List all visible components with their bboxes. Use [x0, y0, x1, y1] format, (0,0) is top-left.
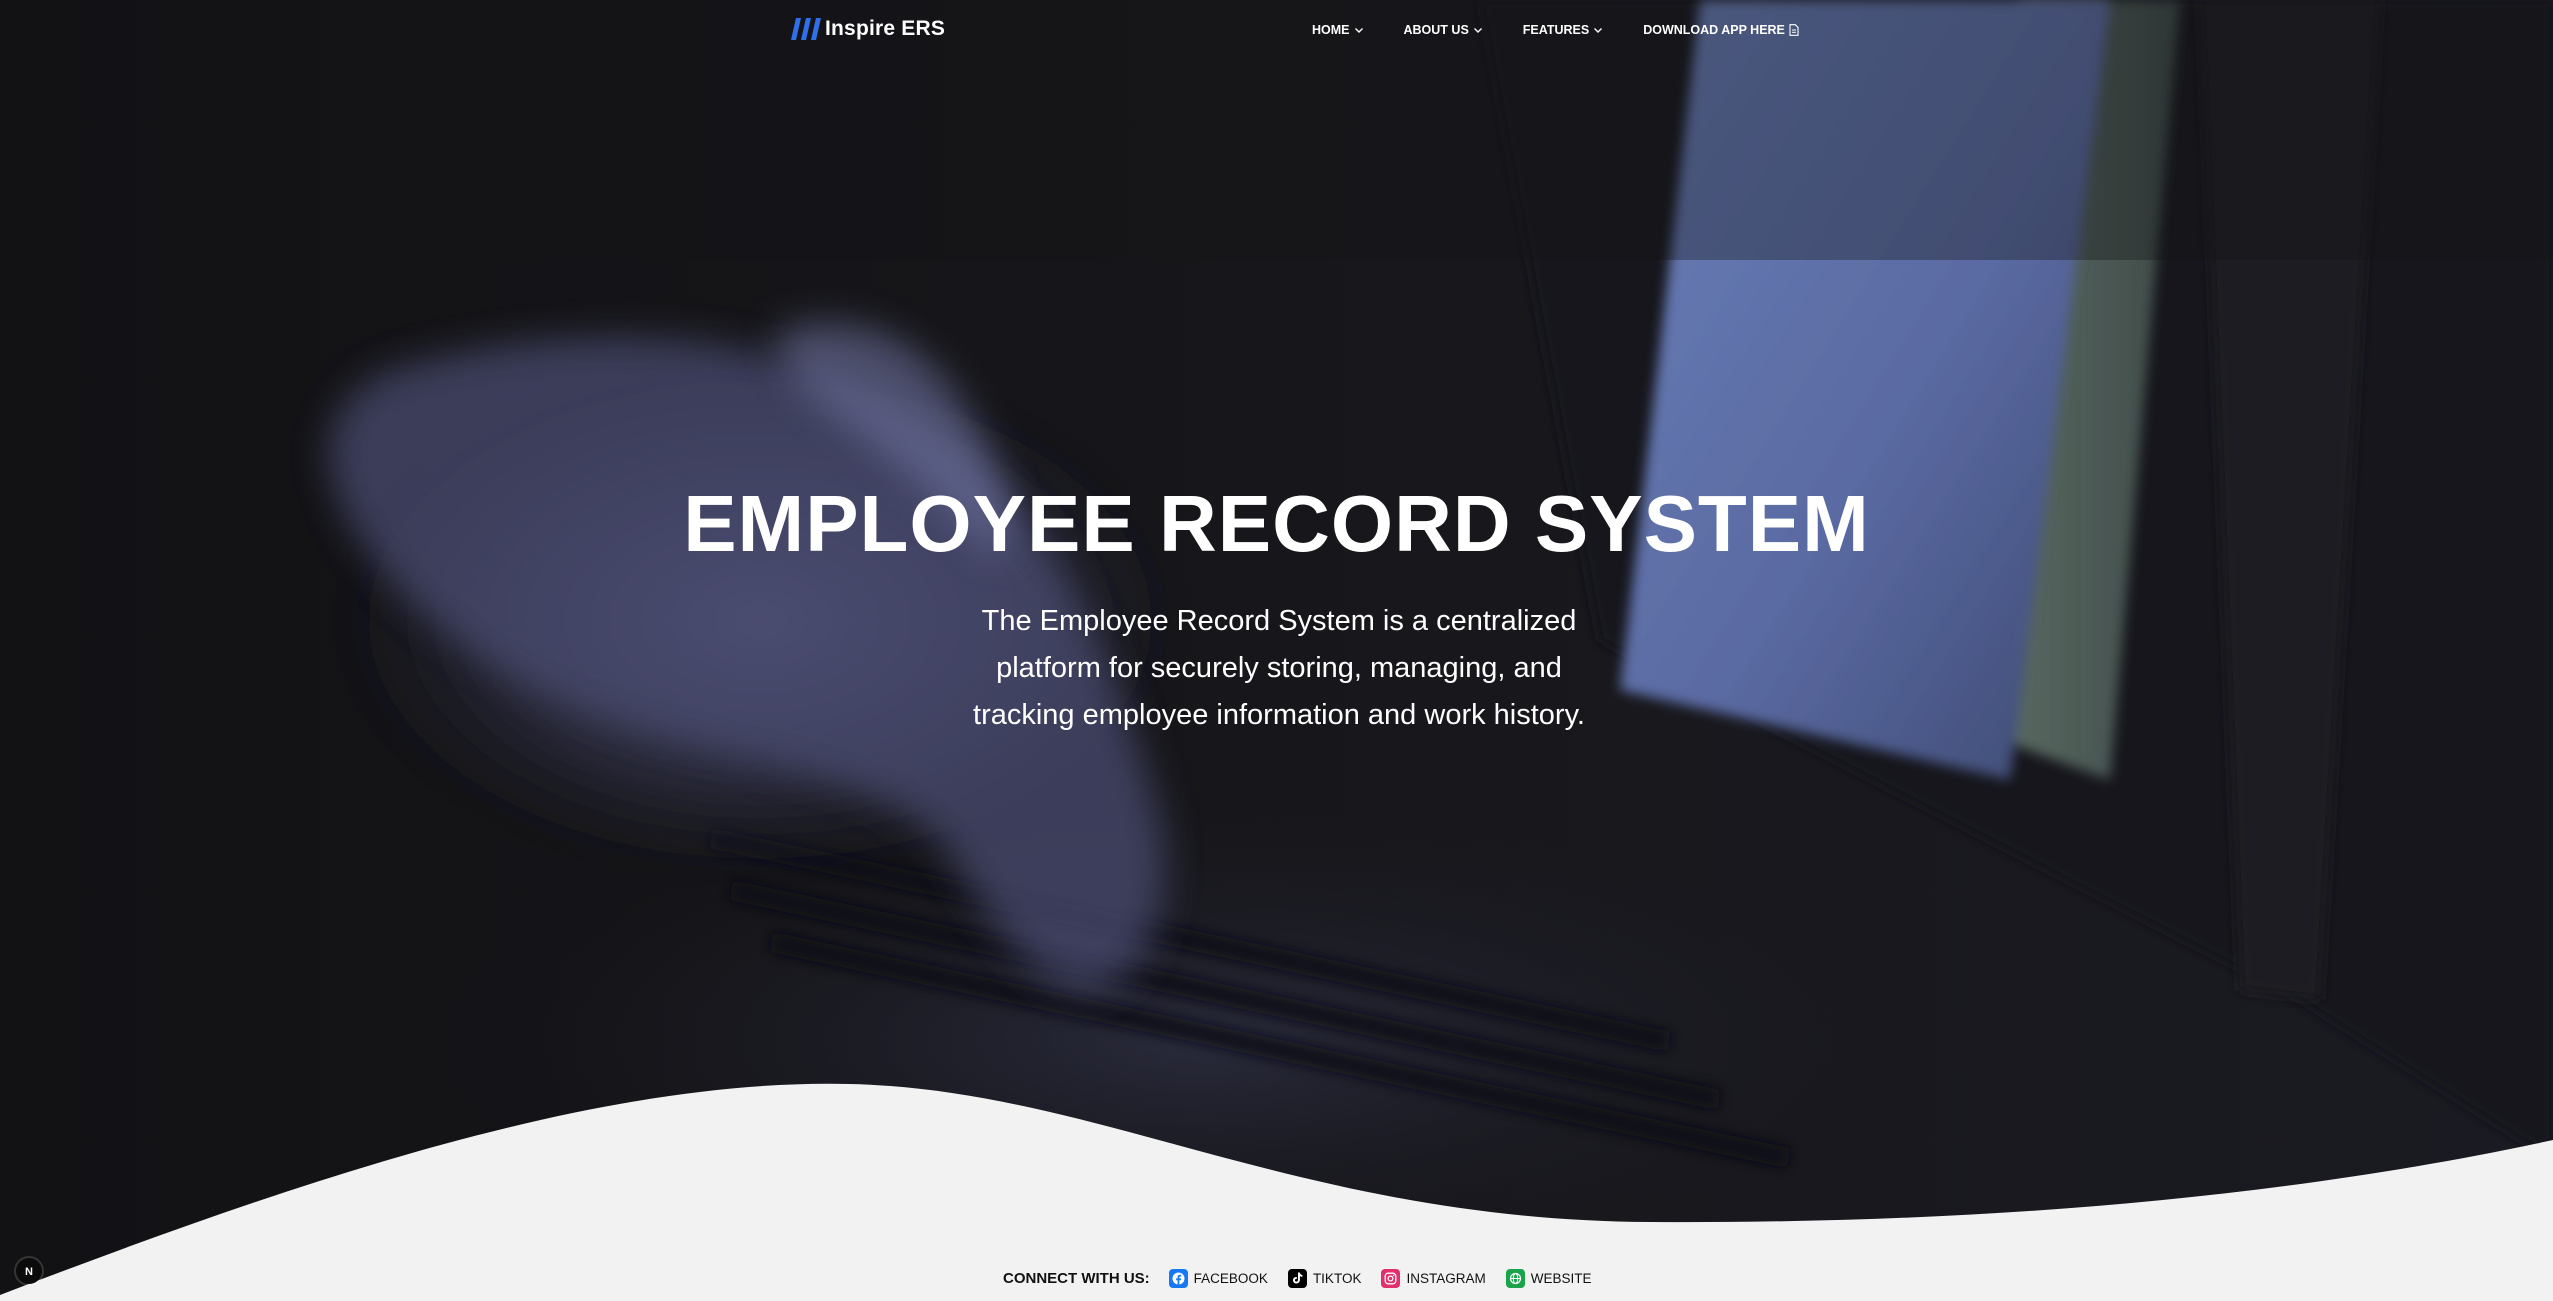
- chevron-down-icon: [1354, 28, 1363, 33]
- main-nav-links: HOME ABOUT US FEATURES DOWNLOAD APP HERE: [1312, 18, 1799, 42]
- nav-item-label: ABOUT US: [1403, 23, 1469, 37]
- social-link-label: FACEBOOK: [1193, 1270, 1268, 1286]
- social-link-facebook[interactable]: FACEBOOK: [1168, 1268, 1268, 1288]
- nav-item-features[interactable]: FEATURES: [1523, 23, 1603, 37]
- chevron-down-icon: [1473, 28, 1482, 33]
- brand-logo-link[interactable]: Inspire ERS: [791, 16, 945, 42]
- svg-text:N: N: [25, 1266, 33, 1278]
- chevron-down-icon: [1594, 28, 1603, 33]
- social-link-instagram[interactable]: INSTAGRAM: [1381, 1268, 1486, 1288]
- hero-title: EMPLOYEE RECORD SYSTEM: [683, 479, 1870, 568]
- social-link-label: WEBSITE: [1530, 1270, 1592, 1286]
- nextjs-dev-indicator-icon: N: [25, 1266, 33, 1278]
- hero-description: The Employee Record System is a centrali…: [973, 605, 1585, 731]
- landing-page: Inspire ERS HOME ABOUT US FEATURES DOWNL…: [0, 0, 2553, 1301]
- social-link-label: TIKTOK: [1312, 1270, 1362, 1286]
- three-slanted-bars-logo-icon: [791, 18, 821, 40]
- globe-icon: [1505, 1268, 1525, 1288]
- social-link-website[interactable]: WEBSITE: [1505, 1268, 1592, 1288]
- social-connect-bar: CONNECT WITH US: FACEBOOK TIKTOK INSTAGR…: [1003, 1266, 1591, 1290]
- nav-item-home[interactable]: HOME: [1312, 23, 1364, 37]
- nav-item-label: FEATURES: [1522, 23, 1590, 37]
- social-link-label: INSTAGRAM: [1406, 1270, 1486, 1286]
- nav-item-about-us[interactable]: ABOUT US: [1404, 23, 1483, 37]
- nextjs-dev-indicator-button[interactable]: N: [16, 1258, 42, 1284]
- document-icon: [1789, 24, 1799, 36]
- top-navigation-bar: Inspire ERS HOME ABOUT US FEATURES DOWNL…: [0, 0, 2553, 60]
- nav-item-label: HOME: [1312, 23, 1350, 37]
- social-link-tiktok[interactable]: TIKTOK: [1287, 1268, 1362, 1288]
- brand-name: Inspire ERS: [825, 17, 946, 40]
- connect-label: CONNECT WITH US:: [1003, 1269, 1150, 1287]
- nav-item-download-app[interactable]: DOWNLOAD APP HERE: [1643, 23, 1799, 37]
- facebook-icon: [1168, 1268, 1188, 1288]
- instagram-icon: [1381, 1268, 1401, 1288]
- tiktok-icon: [1287, 1268, 1307, 1288]
- nav-item-label: DOWNLOAD APP HERE: [1643, 23, 1785, 37]
